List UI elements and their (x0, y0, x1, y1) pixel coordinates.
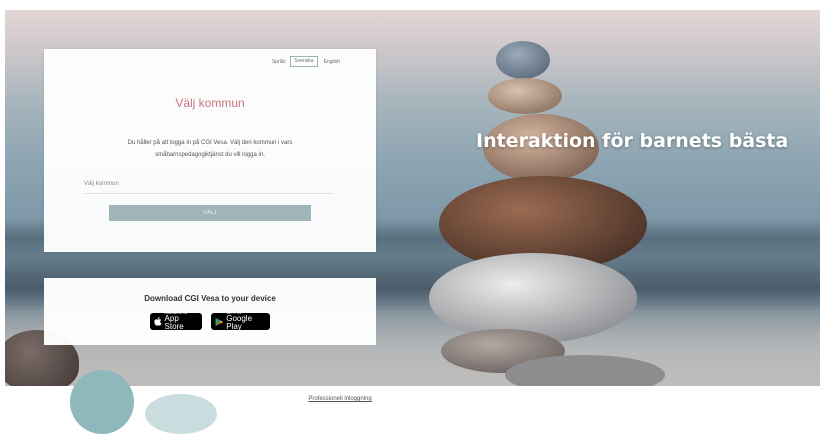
download-card: Download CGI Vesa to your device Downloa… (44, 278, 376, 345)
municipality-select-placeholder: Välj kommun (84, 181, 119, 187)
login-card: Språk: Svenska English Välj kommun Du hå… (44, 49, 376, 252)
language-switcher: Språk: Svenska English (272, 56, 342, 67)
language-label: Språk: (271, 58, 287, 65)
municipality-select[interactable]: Välj kommun (84, 179, 334, 194)
app-store-badge[interactable]: Download on the App Store (150, 312, 202, 331)
app-store-label: App Store (164, 314, 184, 331)
apple-icon (154, 317, 162, 326)
page-title: Välj kommun (175, 96, 245, 110)
decorative-circle (70, 370, 134, 434)
language-option-svenska[interactable]: Svenska (290, 56, 318, 67)
professional-login-link[interactable]: Professionell inloggning (0, 396, 680, 402)
download-title: Download CGI Vesa to your device (144, 294, 276, 303)
google-play-icon (215, 317, 223, 326)
google-play-label: Google Play (226, 314, 253, 331)
login-description: Du håller på att logga in på CGI Vesa. V… (127, 140, 293, 158)
hero-headline: Interaktion för barnets bästa (476, 130, 789, 152)
language-option-english[interactable]: English (322, 58, 342, 66)
google-play-badge[interactable]: GET IT ON Google Play (211, 312, 270, 331)
choose-button[interactable]: VÄLJ (109, 205, 311, 221)
